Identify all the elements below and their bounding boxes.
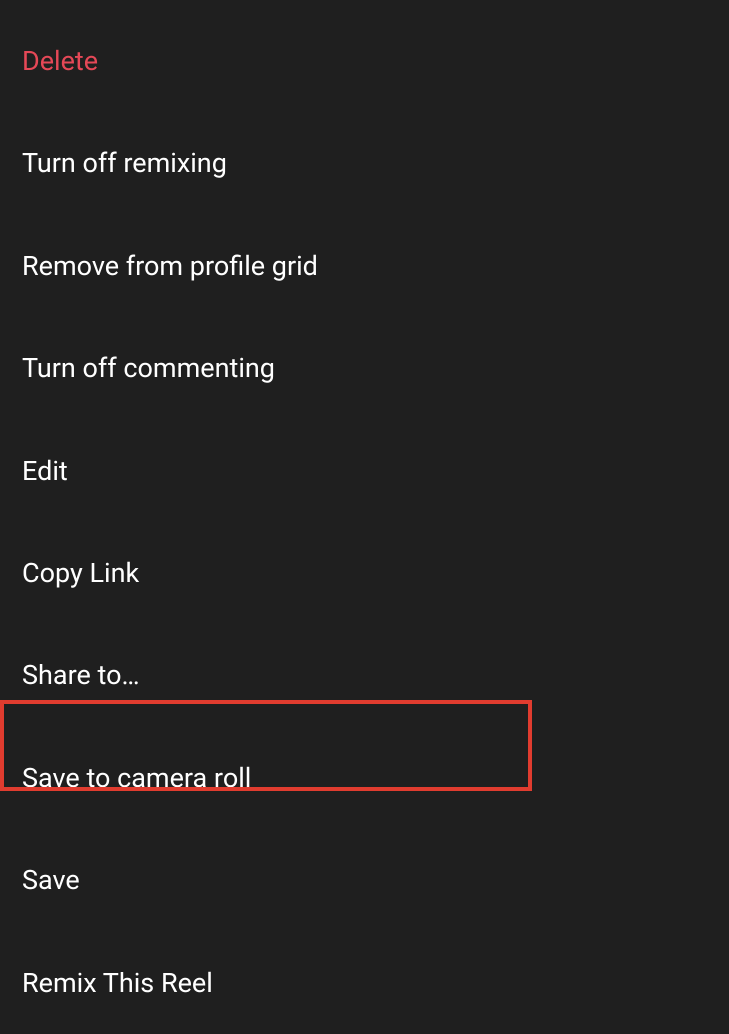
menu-item-delete[interactable]: Delete: [0, 10, 729, 112]
menu-item-copy-link[interactable]: Copy Link: [0, 522, 729, 624]
menu-item-save[interactable]: Save: [0, 829, 729, 931]
menu-item-turn-off-remixing[interactable]: Turn off remixing: [0, 112, 729, 214]
menu-item-turn-off-commenting[interactable]: Turn off commenting: [0, 317, 729, 419]
menu-item-remix-this-reel[interactable]: Remix This Reel: [0, 932, 729, 1034]
menu-item-edit[interactable]: Edit: [0, 420, 729, 522]
menu-item-remove-from-profile-grid[interactable]: Remove from profile grid: [0, 215, 729, 317]
menu-item-share-to[interactable]: Share to…: [0, 624, 729, 726]
menu-item-save-to-camera-roll[interactable]: Save to camera roll: [0, 727, 729, 829]
options-menu: Delete Turn off remixing Remove from pro…: [0, 0, 729, 1034]
